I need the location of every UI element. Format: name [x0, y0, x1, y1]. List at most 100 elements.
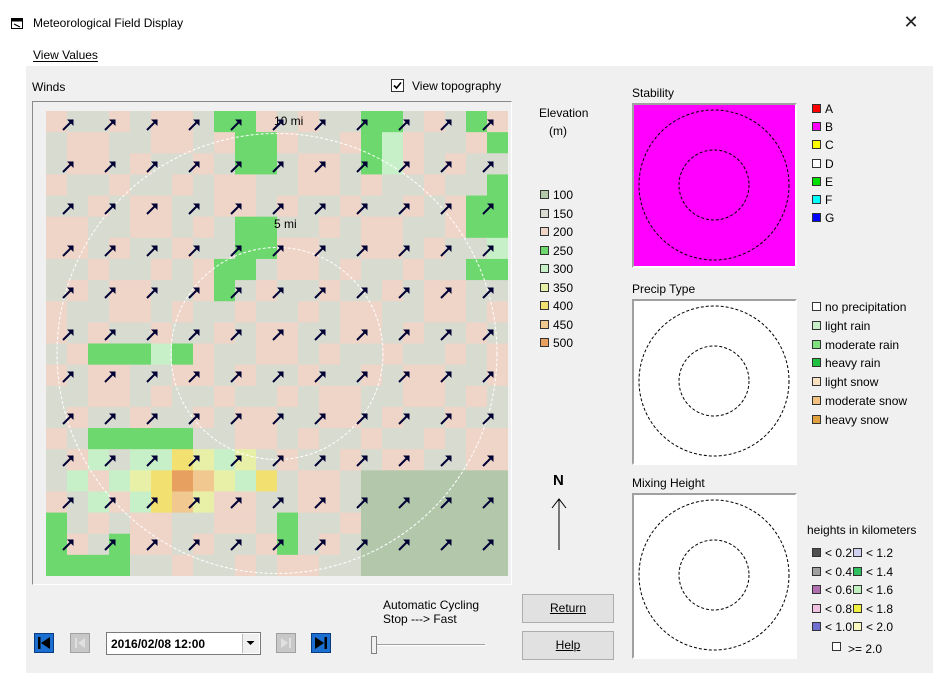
elevation-cell	[46, 428, 68, 450]
elevation-cell	[277, 301, 299, 323]
window-title: Meteorological Field Display	[33, 16, 184, 30]
elevation-cell	[214, 322, 236, 345]
elevation-cell	[46, 237, 68, 260]
elevation-cell	[235, 132, 257, 154]
elevation-cell	[67, 533, 89, 556]
elevation-cell	[382, 216, 404, 239]
elevation-cell	[466, 406, 488, 429]
elevation-cell	[67, 428, 89, 450]
elevation-cell	[424, 470, 446, 493]
elevation-cell	[46, 301, 68, 323]
elevation-cell	[298, 385, 320, 408]
elevation-cell	[340, 301, 362, 323]
elevation-cell	[67, 470, 89, 493]
elevation-cell	[340, 406, 362, 429]
elevation-label: 100	[553, 188, 574, 202]
elevation-cell	[319, 385, 341, 408]
elevation-cell	[256, 343, 278, 366]
elevation-cell	[424, 280, 446, 302]
elevation-cell	[382, 237, 404, 260]
next-frame-button[interactable]	[276, 633, 296, 653]
last-frame-button[interactable]	[311, 633, 331, 653]
elevation-cell	[172, 301, 194, 323]
elevation-unit: (m)	[549, 124, 567, 138]
elevation-cell	[67, 216, 89, 239]
mixing-label: < 1.6	[866, 583, 894, 597]
elevation-cell	[256, 512, 278, 535]
chevron-down-icon	[246, 641, 255, 645]
elevation-cell	[151, 216, 173, 239]
elevation-cell	[67, 343, 89, 366]
winds-map[interactable]: 10 mi 5 mi	[46, 111, 508, 576]
elevation-cell	[361, 132, 383, 154]
elevation-cell	[403, 301, 425, 323]
elevation-cell	[130, 174, 152, 197]
precip-panel	[632, 299, 797, 465]
elevation-cell	[130, 132, 152, 154]
mixing-rings	[638, 499, 790, 651]
elevation-cell	[466, 533, 488, 556]
previous-frame-button[interactable]	[70, 633, 90, 653]
elevation-cell	[487, 174, 508, 197]
stability-swatch	[812, 122, 821, 132]
elevation-cell	[109, 491, 131, 514]
step-forward-icon	[281, 638, 291, 648]
elevation-cell	[88, 533, 110, 556]
elevation-cell	[130, 491, 152, 514]
elevation-cell	[151, 428, 173, 450]
elevation-cell	[487, 512, 508, 535]
help-button[interactable]: Help	[522, 631, 614, 660]
elevation-cell	[340, 280, 362, 302]
precip-label: Precip Type	[632, 282, 696, 296]
elevation-cell	[88, 132, 110, 154]
precip-label: heavy snow	[825, 412, 889, 427]
elevation-cell	[361, 301, 383, 323]
elevation-cell	[88, 237, 110, 260]
elevation-cell	[298, 428, 320, 450]
first-frame-button[interactable]	[34, 633, 54, 653]
elevation-cell	[109, 258, 131, 281]
return-button[interactable]: Return	[522, 594, 614, 623]
elevation-cell	[151, 301, 173, 323]
elevation-cell	[361, 512, 383, 535]
mixing-swatch	[812, 622, 821, 631]
elevation-cell	[382, 301, 404, 323]
mixing-label: Mixing Height	[632, 476, 705, 490]
elevation-cell	[340, 174, 362, 197]
elevation-cell	[340, 132, 362, 154]
elevation-cell	[256, 132, 278, 154]
elevation-cell	[487, 216, 508, 239]
elevation-cell	[424, 237, 446, 260]
app-icon	[11, 18, 23, 29]
mixing-label: < 2.0	[866, 620, 894, 634]
elevation-cell	[403, 132, 425, 154]
date-dropdown-button[interactable]	[242, 634, 259, 653]
elevation-cell	[298, 343, 320, 366]
date-select[interactable]: 2016/02/08 12:00	[106, 632, 261, 655]
elevation-cell	[466, 301, 488, 323]
menu-view-values[interactable]: View Values	[33, 48, 98, 62]
stability-label: E	[825, 174, 834, 189]
cycling-speed-slider[interactable]	[371, 632, 486, 656]
elevation-cell	[340, 449, 362, 471]
precip-swatch	[812, 414, 821, 424]
close-button[interactable]: ✕	[889, 6, 933, 38]
elevation-cell	[424, 364, 446, 387]
elevation-cell	[109, 385, 131, 408]
elevation-cell	[109, 470, 131, 493]
winds-label: Winds	[32, 80, 66, 94]
elevation-cell	[424, 533, 446, 556]
elevation-cell	[214, 449, 236, 471]
elevation-cell	[46, 258, 68, 281]
view-topography-checkbox[interactable]	[391, 79, 404, 92]
elevation-cell	[466, 322, 488, 345]
elevation-swatch	[540, 282, 549, 292]
slider-thumb[interactable]	[371, 636, 377, 654]
elevation-cell	[466, 280, 488, 302]
elevation-cell	[46, 449, 68, 471]
elevation-cell	[424, 258, 446, 281]
elevation-swatch	[540, 301, 549, 310]
elevation-cell	[88, 491, 110, 514]
elevation-cell	[130, 533, 152, 556]
ring-distance-label: 5 mi	[274, 217, 297, 231]
